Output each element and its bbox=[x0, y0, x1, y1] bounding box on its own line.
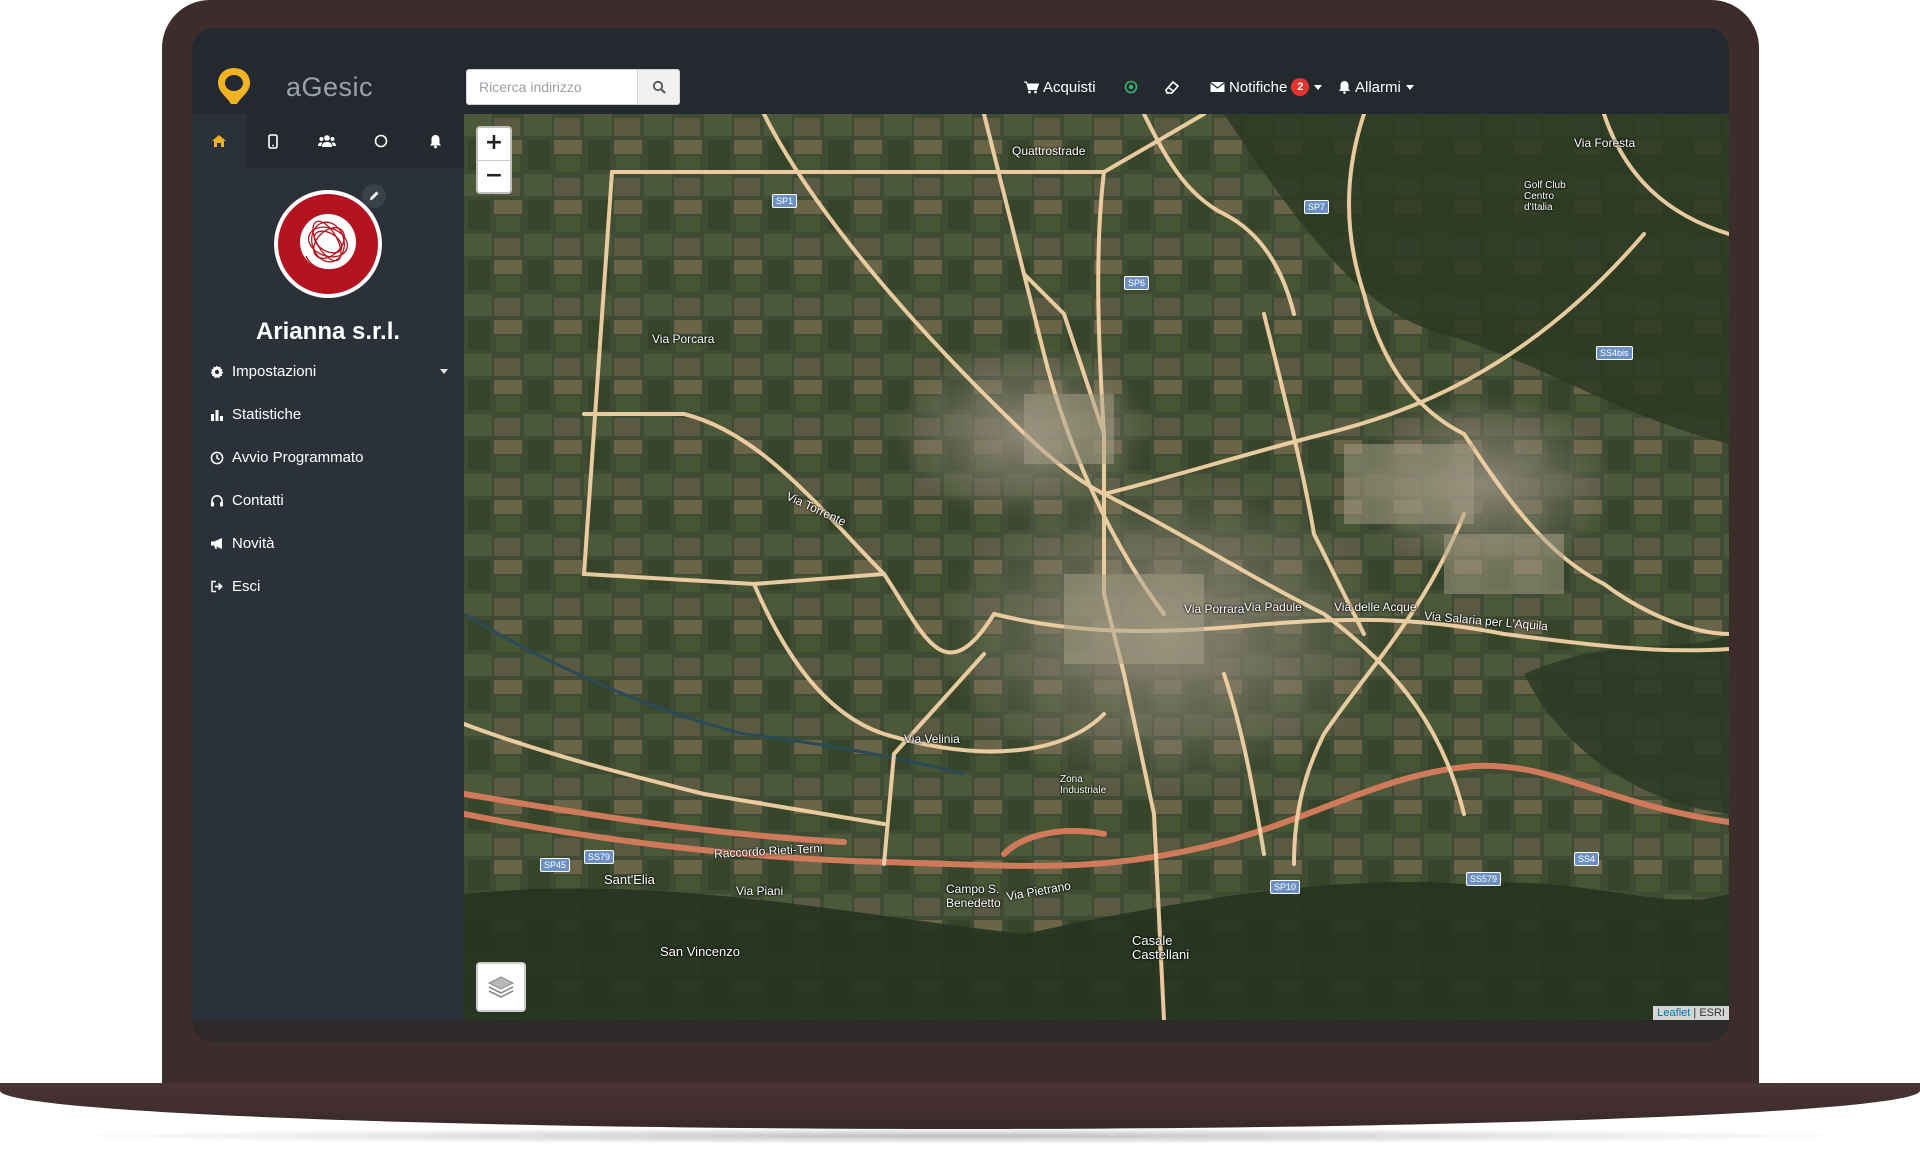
users-icon bbox=[318, 135, 336, 147]
sidebar-item-label: Novità bbox=[232, 535, 275, 552]
sidebar-item-label: Impostazioni bbox=[232, 363, 317, 380]
tab-circle[interactable] bbox=[354, 114, 408, 168]
eraser-icon bbox=[1165, 80, 1180, 94]
search-icon bbox=[652, 80, 666, 94]
satellite-map[interactable]: Quattrostrade Via Foresta Golf Club Cent… bbox=[464, 114, 1729, 1020]
road-shield: SP1 bbox=[772, 194, 798, 208]
tab-alarms[interactable] bbox=[408, 114, 462, 168]
map-label: Casale Castellani bbox=[1132, 933, 1190, 962]
scribble-logo-icon bbox=[300, 214, 356, 271]
zoom-in-button[interactable]: + bbox=[478, 128, 510, 161]
status-toggle[interactable] bbox=[1124, 72, 1138, 102]
road-shield: SS4 bbox=[1574, 852, 1600, 866]
notifications-label: Notifiche bbox=[1229, 78, 1288, 96]
home-icon bbox=[212, 135, 226, 147]
sidebar-item-novita[interactable]: Novità bbox=[192, 522, 464, 565]
map-label: Zona Industriale bbox=[1060, 774, 1107, 796]
notifications-menu[interactable]: Notifiche 2 bbox=[1210, 72, 1323, 102]
layers-button[interactable] bbox=[476, 962, 526, 1012]
chevron-down-icon bbox=[1314, 84, 1323, 90]
esri-attribution: ESRI bbox=[1699, 1007, 1725, 1019]
sidebar-item-label: Contatti bbox=[232, 492, 284, 509]
sidebar-tabs bbox=[192, 114, 464, 168]
company-name: Arianna s.r.l. bbox=[255, 318, 401, 345]
chevron-down-icon bbox=[440, 369, 448, 374]
map-label: Golf Club Centro d'Italia bbox=[1524, 180, 1566, 213]
sidebar-menu: Impostazioni Statistiche Avvio Programma… bbox=[192, 350, 464, 608]
clock-icon bbox=[210, 451, 224, 464]
alarms-menu[interactable]: Allarmi bbox=[1338, 72, 1414, 102]
road-shield: SP7 bbox=[1304, 200, 1330, 214]
map-label: Via Padule bbox=[1244, 600, 1302, 614]
attribution-separator: | bbox=[1690, 1007, 1700, 1019]
notifications-badge: 2 bbox=[1291, 78, 1310, 96]
gear-icon bbox=[210, 365, 224, 378]
bell-icon bbox=[1339, 81, 1350, 94]
top-navbar: aGesic Acquisti bbox=[192, 28, 1729, 114]
headset-icon bbox=[211, 494, 223, 506]
sidebar-item-label: Statistiche bbox=[232, 406, 302, 423]
sidebar-item-label: Avvio Programmato bbox=[232, 449, 364, 466]
map-label: Sant'Elia bbox=[604, 872, 655, 887]
zoom-control: + − bbox=[476, 126, 512, 194]
laptop-shadow bbox=[40, 1128, 1880, 1144]
circle-icon bbox=[374, 134, 388, 148]
map-label: Via delle Acque bbox=[1334, 600, 1417, 614]
mobile-icon bbox=[268, 133, 278, 149]
alarms-label: Allarmi bbox=[1355, 78, 1401, 96]
address-search-input[interactable] bbox=[466, 69, 638, 105]
map-label: Via Velinia bbox=[904, 732, 960, 746]
map-label: Via Piani bbox=[736, 884, 784, 898]
bar-chart-icon bbox=[211, 409, 223, 421]
map-attribution: Leaflet | ESRI bbox=[1653, 1006, 1729, 1020]
zoom-out-button[interactable]: − bbox=[478, 161, 510, 193]
sidebar-item-statistiche[interactable]: Statistiche bbox=[192, 393, 464, 436]
company-logo bbox=[278, 194, 378, 294]
tab-home[interactable] bbox=[192, 114, 246, 168]
layers-icon bbox=[487, 976, 515, 998]
sidebar-item-impostazioni[interactable]: Impostazioni bbox=[192, 350, 464, 393]
search-button[interactable] bbox=[638, 69, 680, 105]
sidebar-item-avvio-programmato[interactable]: Avvio Programmato bbox=[192, 436, 464, 479]
app-name[interactable]: aGesic bbox=[286, 72, 373, 103]
pencil-icon bbox=[370, 191, 379, 200]
target-icon bbox=[1124, 80, 1138, 94]
map-pin-logo-icon[interactable] bbox=[214, 64, 254, 108]
screen-bezel-bottom bbox=[192, 1020, 1729, 1042]
road-shield: SP10 bbox=[1270, 880, 1301, 894]
edit-profile-button[interactable] bbox=[362, 184, 386, 208]
laptop-screen: aGesic Acquisti bbox=[192, 28, 1729, 1042]
avatar bbox=[274, 190, 382, 298]
eraser-button[interactable] bbox=[1164, 72, 1180, 102]
sidebar-item-esci[interactable]: Esci bbox=[192, 565, 464, 608]
road-shield: SP6 bbox=[1124, 276, 1150, 290]
map-label: Via Porrara bbox=[1184, 602, 1245, 616]
map-label: San Vincenzo bbox=[660, 944, 740, 959]
tab-devices[interactable] bbox=[246, 114, 300, 168]
megaphone-icon bbox=[210, 538, 222, 549]
sign-out-icon bbox=[210, 580, 223, 593]
laptop-base bbox=[0, 1083, 1920, 1129]
leaflet-link[interactable]: Leaflet bbox=[1657, 1007, 1690, 1019]
cart-icon bbox=[1024, 81, 1039, 93]
road-shield: SS4bis bbox=[1596, 346, 1633, 360]
purchases-label: Acquisti bbox=[1043, 78, 1096, 96]
app-window: aGesic Acquisti bbox=[192, 28, 1729, 1020]
sidebar-item-contatti[interactable]: Contatti bbox=[192, 479, 464, 522]
map-label: Via Foresta bbox=[1574, 136, 1636, 150]
purchases-menu[interactable]: Acquisti bbox=[1024, 72, 1096, 102]
tab-users[interactable] bbox=[300, 114, 354, 168]
map-label: Quattrostrade bbox=[1012, 144, 1086, 158]
bell-icon bbox=[429, 134, 441, 148]
chevron-down-icon bbox=[1405, 84, 1414, 90]
map-label: Via Porcara bbox=[652, 332, 715, 346]
sidebar: Arianna s.r.l. Impostazioni Statistiche bbox=[192, 114, 464, 1020]
sidebar-item-label: Esci bbox=[232, 578, 261, 595]
road-shield: SP45 bbox=[540, 858, 571, 872]
envelope-icon bbox=[1210, 82, 1225, 92]
road-shield: SS579 bbox=[1466, 872, 1502, 886]
road-shield: SS79 bbox=[584, 850, 615, 864]
